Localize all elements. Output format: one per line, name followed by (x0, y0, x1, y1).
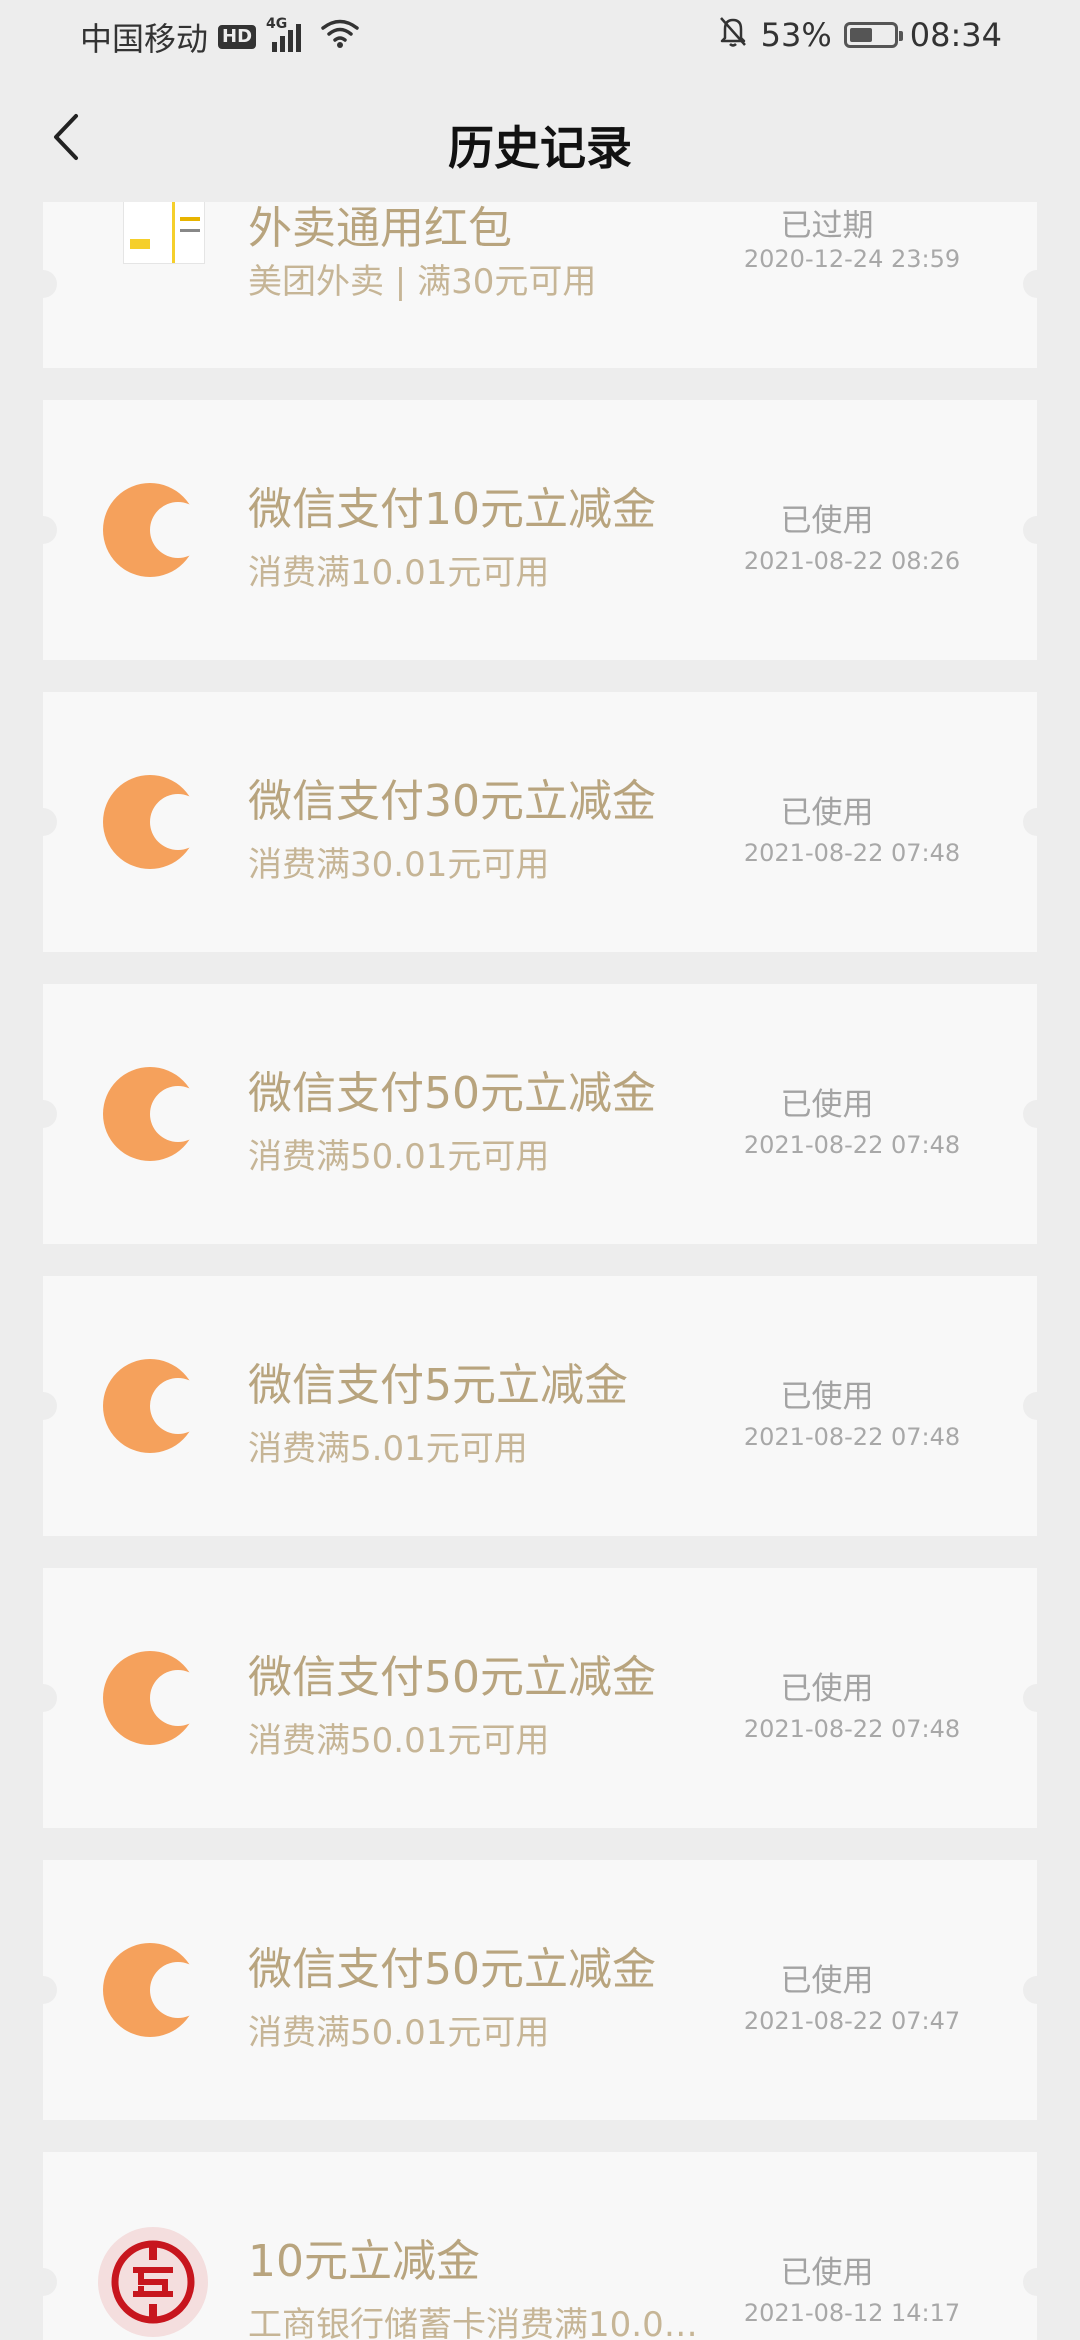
battery-icon (843, 22, 903, 48)
coupon-condition: 消费满30.01元可用 (248, 845, 550, 885)
network-type: 4G (266, 16, 288, 32)
coupon-condition: 美团外卖 | 满30元可用 (248, 262, 597, 302)
coupon-title: 微信支付10元立减金 (248, 484, 656, 535)
wechat-pay-coupon-icon (103, 1651, 206, 1745)
coupon-status: 已使用 (780, 1671, 874, 1707)
battery-fill (849, 28, 872, 42)
card-notch (29, 1684, 57, 1712)
coupon-card-wechat[interactable]: 微信支付30元立减金 消费满30.01元可用 已使用 2021-08-22 07… (29, 692, 1051, 952)
coupon-time: 2021-08-22 08:26 (743, 547, 961, 575)
wechat-pay-coupon-icon (103, 483, 206, 577)
battery-percent: 53% (760, 16, 832, 54)
coupon-card-wechat[interactable]: 微信支付10元立减金 消费满10.01元可用 已使用 2021-08-22 08… (29, 400, 1051, 660)
coupon-card-meituan[interactable]: 外卖通用红包 美团外卖 | 满30元可用 已过期 2020-12-24 23:5… (29, 202, 1051, 368)
carrier-name: 中国移动 (80, 20, 209, 58)
card-notch (1023, 516, 1051, 544)
coupon-time: 2021-08-22 07:48 (743, 839, 961, 867)
icbc-bank-icon (98, 2227, 208, 2337)
coupon-title: 微信支付50元立减金 (248, 1944, 656, 1995)
coupon-status: 已使用 (780, 2255, 874, 2291)
coupon-title: 微信支付50元立减金 (248, 1068, 656, 1119)
card-notch (1023, 808, 1051, 836)
coupon-card-wechat[interactable]: 微信支付5元立减金 消费满5.01元可用 已使用 2021-08-22 07:4… (29, 1276, 1051, 1536)
wifi-icon (320, 17, 360, 57)
card-notch (29, 516, 57, 544)
coupon-title: 微信支付50元立减金 (248, 1652, 656, 1703)
coupon-status: 已使用 (780, 1963, 874, 1999)
coupon-time: 2021-08-22 07:48 (743, 1715, 961, 1743)
coupon-list-viewport[interactable]: 外卖通用红包 美团外卖 | 满30元可用 已过期 2020-12-24 23:5… (0, 202, 1080, 2340)
coupon-time: 2020-12-24 23:59 (743, 245, 961, 273)
page-title: 历史记录 (448, 121, 632, 175)
coupon-title: 10元立减金 (248, 2236, 480, 2287)
card-notch (1023, 270, 1051, 298)
card-notch (29, 808, 57, 836)
coupon-time: 2021-08-22 07:48 (743, 1423, 961, 1451)
card-notch (29, 1392, 57, 1420)
coupon-condition: 工商银行储蓄卡消费满10.0… (248, 2305, 698, 2340)
card-notch (29, 2268, 57, 2296)
hd-badge: HD (218, 25, 257, 49)
coupon-status: 已使用 (780, 1087, 874, 1123)
status-bar: 中国移动 HD 4G 53% 08:34 (0, 0, 1080, 72)
card-notch (1023, 2268, 1051, 2296)
coupon-condition: 消费满50.01元可用 (248, 1137, 550, 1177)
coupon-time: 2021-08-12 14:17 (743, 2299, 961, 2327)
card-notch (29, 1100, 57, 1128)
coupon-condition: 消费满10.01元可用 (248, 553, 550, 593)
coupon-card-wechat[interactable]: 微信支付50元立减金 消费满50.01元可用 已使用 2021-08-22 07… (29, 1568, 1051, 1828)
coupon-condition: 消费满5.01元可用 (248, 1429, 528, 1469)
coupon-card-wechat[interactable]: 微信支付50元立减金 消费满50.01元可用 已使用 2021-08-22 07… (29, 1860, 1051, 2120)
coupon-time: 2021-08-22 07:48 (743, 1131, 961, 1159)
coupon-status: 已使用 (780, 1379, 874, 1415)
card-notch (1023, 1392, 1051, 1420)
coupon-condition: 消费满50.01元可用 (248, 1721, 550, 1761)
coupon-list: 外卖通用红包 美团外卖 | 满30元可用 已过期 2020-12-24 23:5… (0, 202, 1080, 2340)
coupon-time: 2021-08-22 07:47 (743, 2007, 961, 2035)
card-notch (1023, 1684, 1051, 1712)
card-notch (1023, 1976, 1051, 2004)
coupon-status: 已使用 (780, 503, 874, 539)
wechat-pay-coupon-icon (103, 1943, 206, 2037)
coupon-title: 微信支付5元立减金 (248, 1360, 628, 1411)
wechat-pay-coupon-icon (103, 1359, 206, 1453)
signal-icon: 4G (266, 16, 310, 54)
coupon-title: 微信支付30元立减金 (248, 776, 656, 827)
status-right: 53% 08:34 (717, 14, 1002, 56)
wechat-pay-coupon-icon (103, 1067, 206, 1161)
card-notch (1023, 1100, 1051, 1128)
coupon-condition: 消费满50.01元可用 (248, 2013, 550, 2053)
wechat-pay-coupon-icon (103, 775, 206, 869)
coupon-status: 已过期 (780, 208, 874, 244)
coupon-card-wechat[interactable]: 微信支付50元立减金 消费满50.01元可用 已使用 2021-08-22 07… (29, 984, 1051, 1244)
meituan-coupon-icon (123, 202, 205, 264)
nav-bar: 历史记录 (0, 72, 1080, 202)
status-left: 中国移动 HD 4G (80, 14, 360, 60)
bell-off-icon (717, 14, 749, 56)
coupon-status: 已使用 (780, 795, 874, 831)
card-notch (29, 270, 57, 298)
card-notch (29, 1976, 57, 2004)
coupon-title: 外卖通用红包 (248, 203, 512, 254)
coupon-card-icbc[interactable]: 10元立减金 工商银行储蓄卡消费满10.0… 已使用 2021-08-12 14… (29, 2152, 1051, 2340)
clock: 08:34 (909, 16, 1002, 54)
